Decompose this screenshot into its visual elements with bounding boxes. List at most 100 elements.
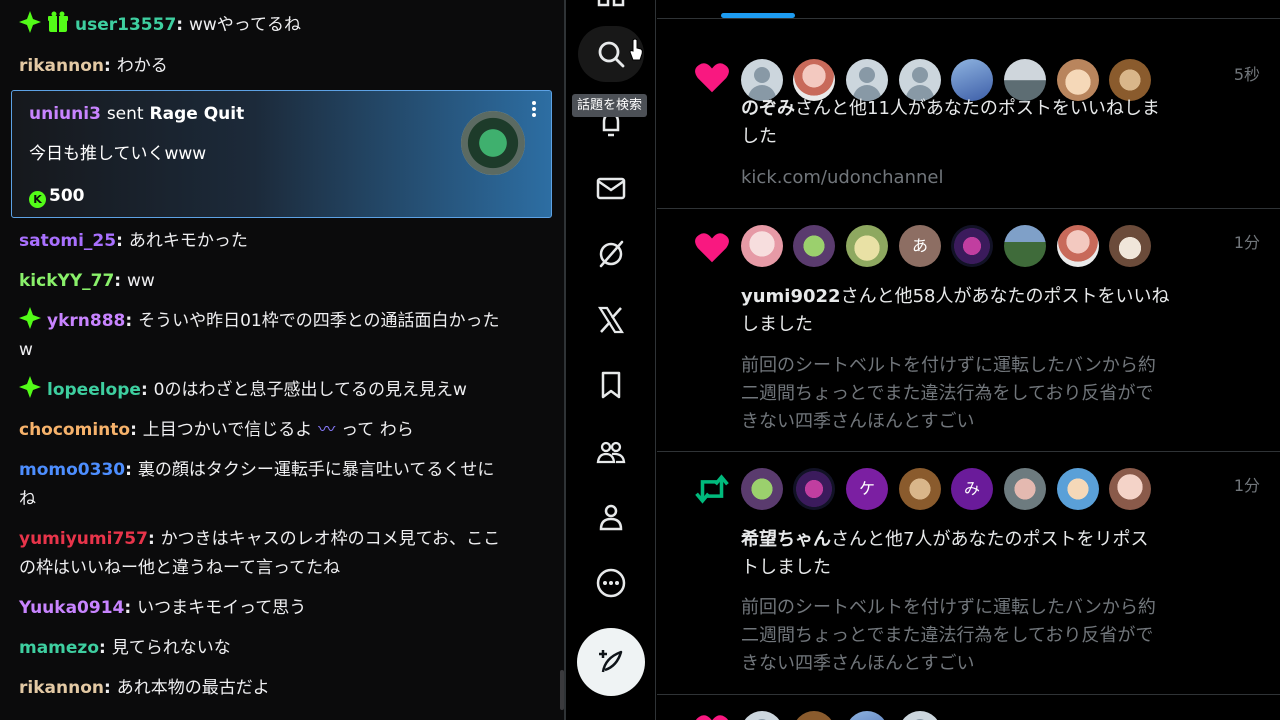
rage-quit-gift-icon	[461, 111, 525, 175]
heart-icon	[695, 63, 729, 93]
avatar[interactable]	[1004, 225, 1046, 267]
avatar[interactable]	[951, 225, 993, 267]
chat-text: いつまキモイって思う	[137, 598, 307, 618]
chat-username[interactable]: lopeelope	[47, 380, 141, 400]
avatar[interactable]	[793, 225, 835, 267]
chat-message: user13557: wwやってるね	[19, 11, 544, 40]
notification-time: 1分	[1233, 233, 1260, 252]
actor-name[interactable]: 希望ちゃん	[741, 529, 831, 550]
gift-amount: 500	[49, 186, 85, 206]
gift-amount-row: K 500	[29, 183, 85, 209]
chat-text: そういや昨日01枠での四季との通話面白かった	[138, 311, 500, 331]
home-icon	[597, 0, 625, 7]
chat-panel: user13557: wwやってるね rikannon: わかる uniuni3…	[0, 0, 564, 720]
notification-body: さんと他58人があなたのポストをいいね	[840, 286, 1170, 307]
gift-sender[interactable]: uniuni3	[29, 104, 101, 124]
nav-profile[interactable]	[578, 489, 644, 545]
avatar[interactable]: ケ	[846, 468, 888, 510]
nav-messages[interactable]	[578, 160, 644, 216]
more-icon	[596, 568, 626, 598]
grok-icon	[599, 240, 624, 268]
preview-line: 二週間ちょっとでまた違法行為をしており反省がで	[741, 625, 1154, 646]
preview-line: 二週間ちょっとでまた違法行為をしており反省がで	[741, 383, 1154, 404]
avatar[interactable]	[846, 711, 888, 720]
avatar[interactable]	[1109, 225, 1151, 267]
actor-name[interactable]: yumi9022	[741, 286, 841, 307]
avatar[interactable]	[741, 468, 783, 510]
chat-username[interactable]: kickYY_77	[19, 271, 114, 291]
vip-diamond-icon	[19, 376, 41, 398]
gift-header: uniuni3 sent Rage Quit	[29, 101, 244, 127]
notification-preview[interactable]: kick.com/udonchannel	[741, 164, 1211, 192]
notification-item[interactable]	[657, 695, 1280, 720]
notification-item[interactable]: ケ み 1分 希望ちゃんさんと他7人があなたのポストをリポス トしました 前回のシ…	[657, 452, 1280, 695]
wave-emote-icon: 〰	[318, 420, 336, 440]
notification-item[interactable]: あ 1分 yumi9022さんと他58人があなたのポストをいいねしました 前回の…	[657, 209, 1280, 452]
chat-text: 上目つかいで信じるよ	[142, 420, 313, 440]
heart-icon	[695, 715, 729, 720]
chat-message: satomi_25: あれキモかった	[19, 231, 248, 251]
chat-message: momo0330: 裏の顔はタクシー運転手に暴言吐いてるくせにね	[19, 460, 495, 509]
post-icon	[599, 650, 623, 673]
chat-text: かつきはキャスのレオ枠のコメ見てお、ここ	[160, 529, 501, 549]
gift-box-icon	[48, 11, 68, 32]
nav-more[interactable]	[578, 555, 644, 611]
communities-icon	[596, 441, 626, 464]
preview-line: 前回のシートベルトを付けずに運転したバンから約	[741, 355, 1156, 376]
notification-text: のぞみさんと他11人があなたのポストをいいねしま した	[741, 95, 1201, 151]
avatar[interactable]	[741, 711, 783, 720]
messages-icon	[596, 177, 626, 200]
chat-username[interactable]: yumiyumi757	[19, 529, 148, 549]
nav-bookmarks[interactable]	[578, 357, 644, 413]
mouse-cursor-icon	[629, 38, 643, 61]
notification-preview[interactable]: 前回のシートベルトを付けずに運転したバンから約 二週間ちょっとでまた違法行為をし…	[741, 594, 1211, 678]
avatar[interactable]	[793, 468, 835, 510]
notification-item[interactable]: 5秒 のぞみさんと他11人があなたのポストをいいねしま した kick.com/u…	[657, 19, 1280, 209]
notification-time: 5秒	[1233, 65, 1260, 84]
nav-home[interactable]	[578, 0, 644, 26]
nav-grok[interactable]	[578, 226, 644, 282]
x-logo-icon	[598, 306, 624, 334]
search-tooltip: 話題を検索	[572, 94, 648, 117]
notification-text: 希望ちゃんさんと他7人があなたのポストをリポス トしました	[741, 526, 1201, 582]
chat-text: ww	[127, 271, 155, 291]
gift-card: uniuni3 sent Rage Quit 今日も推していくwww K 500	[11, 90, 552, 218]
nav-premium[interactable]	[578, 292, 644, 348]
post-button[interactable]	[577, 628, 645, 696]
gift-sent-label: sent	[106, 104, 144, 124]
avatar[interactable]	[741, 225, 783, 267]
chat-username[interactable]: rikannon	[19, 678, 104, 698]
avatar[interactable]: あ	[899, 225, 941, 267]
chat-username[interactable]: Yuuka0914	[19, 598, 124, 618]
notifications-panel: 5秒 のぞみさんと他11人があなたのポストをいいねしま した kick.com/u…	[657, 0, 1280, 720]
avatar[interactable]: み	[951, 468, 993, 510]
chat-username[interactable]: mamezo	[19, 638, 99, 658]
avatar[interactable]	[899, 468, 941, 510]
chat-username[interactable]: ykrn888	[47, 311, 125, 331]
avatar[interactable]	[1057, 468, 1099, 510]
chat-username[interactable]: user13557	[75, 15, 176, 35]
notification-preview[interactable]: 前回のシートベルトを付けずに運転したバンから約 二週間ちょっとでまた違法行為をし…	[741, 352, 1211, 436]
chat-username[interactable]: rikannon	[19, 56, 104, 76]
avatar[interactable]	[1004, 468, 1046, 510]
search-icon	[598, 41, 625, 68]
notification-body-continued: した	[741, 126, 777, 147]
notification-body: さんと他11人があなたのポストをいいねしま	[795, 98, 1160, 119]
avatar[interactable]	[899, 711, 941, 720]
avatar[interactable]	[1057, 225, 1099, 267]
avatar[interactable]	[846, 225, 888, 267]
chat-message: rikannon: わかる	[19, 56, 168, 76]
chat-username[interactable]: chocominto	[19, 420, 130, 440]
avatar[interactable]	[793, 711, 835, 720]
more-options-icon[interactable]	[531, 99, 537, 119]
actor-name[interactable]: のぞみ	[741, 98, 795, 119]
notification-body-continued: しました	[741, 314, 813, 335]
kick-coin-icon: K	[29, 191, 46, 208]
chat-username[interactable]: momo0330	[19, 460, 125, 480]
nav-communities[interactable]	[578, 424, 644, 480]
chat-username[interactable]: satomi_25	[19, 231, 116, 251]
heart-icon	[695, 233, 729, 263]
chat-text: わかる	[116, 56, 168, 76]
avatar[interactable]	[1109, 468, 1151, 510]
chat-text-continued: w	[19, 340, 33, 360]
